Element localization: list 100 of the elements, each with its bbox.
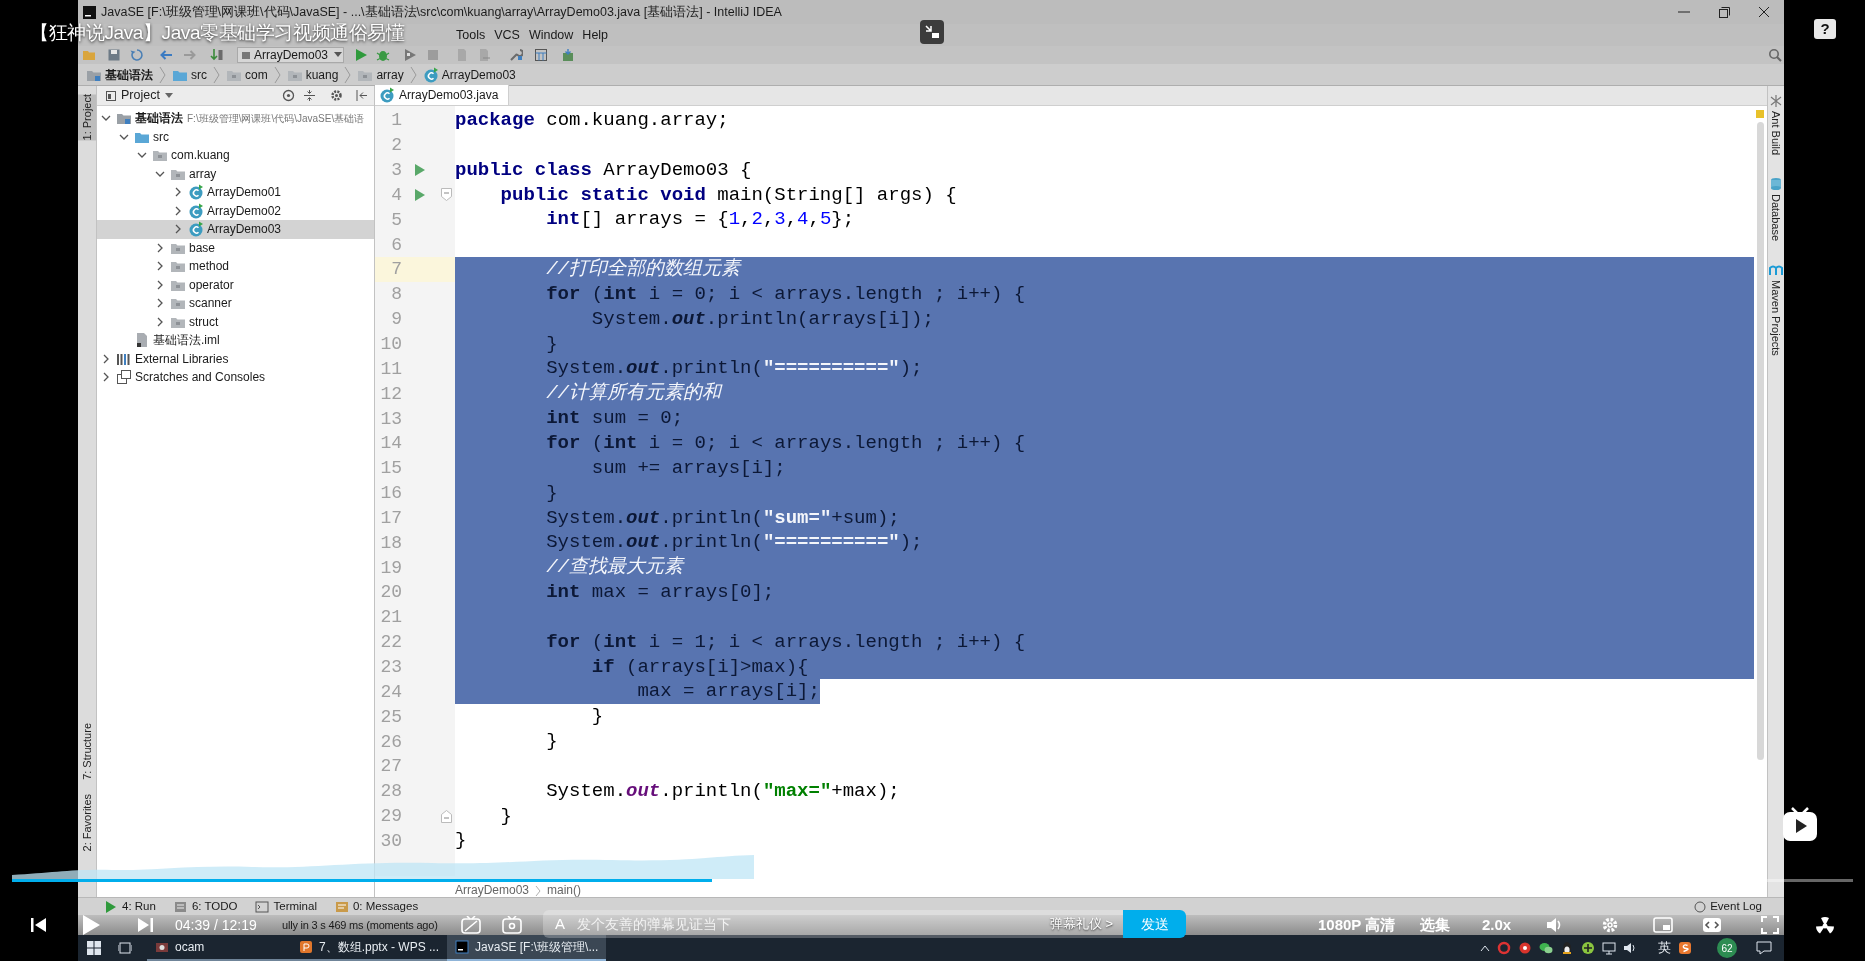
task-view-icon[interactable]: [118, 941, 132, 955]
counter-badge[interactable]: 62: [1717, 938, 1737, 958]
penguin-icon[interactable]: [1560, 941, 1574, 955]
chevron-right-icon[interactable]: [173, 205, 183, 216]
wrench-icon[interactable]: [509, 48, 523, 62]
menu-item[interactable]: Tools: [456, 25, 486, 45]
grid-icon[interactable]: [534, 48, 548, 62]
tree-item[interactable]: 基础语法 F:\班级管理\网课班\代码\JavaSE\基础语: [97, 109, 374, 128]
chevron-right-icon[interactable]: [173, 224, 183, 235]
coverage-icon[interactable]: [403, 48, 417, 62]
skip-back-icon[interactable]: [30, 916, 47, 934]
run-configuration-dropdown[interactable]: ArrayDemo03: [237, 47, 344, 63]
collapse-icon[interactable]: [303, 89, 316, 102]
tool-window-tab[interactable]: Maven Projects: [1767, 280, 1785, 356]
play-icon[interactable]: [81, 914, 101, 936]
chevron-right-icon[interactable]: [155, 242, 165, 253]
breadcrumb[interactable]: main(): [547, 883, 582, 897]
notification-icon[interactable]: [1756, 941, 1772, 955]
ime-logo-icon[interactable]: [1678, 941, 1692, 955]
line-number: 9: [390, 308, 402, 332]
line-number: 19: [379, 556, 402, 580]
tree-item[interactable]: ArrayDemo01: [97, 183, 374, 202]
tree-item[interactable]: ArrayDemo02: [97, 201, 374, 220]
tree-item[interactable]: method: [97, 257, 374, 276]
menu-item[interactable]: Window: [528, 25, 574, 45]
tool-window-button[interactable]: 0: Messages: [334, 897, 419, 916]
menu-item[interactable]: VCS: [494, 25, 520, 45]
tool-window-button[interactable]: Terminal: [255, 897, 317, 916]
chevron-right-icon[interactable]: [155, 298, 165, 309]
tree-item[interactable]: src: [97, 127, 374, 146]
progress-track[interactable]: [12, 879, 1853, 882]
tree-item[interactable]: base: [97, 238, 374, 257]
save-icon[interactable]: [107, 48, 121, 62]
breadcrumb[interactable]: ArrayDemo03: [422, 65, 516, 84]
tv-gear-icon[interactable]: [502, 916, 522, 934]
fullscreen-icon[interactable]: [1761, 916, 1779, 934]
tool-window-button[interactable]: 6: TODO: [173, 897, 238, 916]
menu-item[interactable]: Help: [582, 25, 609, 45]
search-icon[interactable]: [1768, 48, 1782, 62]
chevron-up-icon[interactable]: [1480, 944, 1490, 952]
trefoil-icon[interactable]: [1814, 914, 1836, 936]
volume-icon[interactable]: [1623, 941, 1637, 955]
help-button[interactable]: ?: [1814, 19, 1836, 39]
class-icon: [188, 221, 204, 238]
tree-item[interactable]: 基础语法.iml: [97, 331, 374, 350]
exit-mini-player-icon[interactable]: [920, 20, 944, 44]
breadcrumb[interactable]: com: [226, 65, 268, 84]
chevron-right-icon[interactable]: [173, 187, 183, 198]
breadcrumb[interactable]: src: [172, 65, 207, 84]
breadcrumb[interactable]: ArrayDemo03: [455, 883, 530, 897]
tool-window-tab[interactable]: Ant Build: [1767, 111, 1785, 156]
run-icon[interactable]: [414, 187, 426, 202]
chevron-right-icon[interactable]: [101, 372, 111, 383]
breadcrumb[interactable]: array: [357, 65, 404, 84]
tree-item[interactable]: operator: [97, 275, 374, 294]
taskbar-button[interactable]: ocam: [147, 935, 291, 961]
arrow-bars-icon[interactable]: [210, 48, 224, 62]
chevron-right-icon[interactable]: [101, 353, 111, 364]
line-number: 28: [379, 780, 402, 804]
message-box-icon: [334, 899, 349, 914]
chat-bubbles-icon[interactable]: [1539, 941, 1553, 955]
run-icon[interactable]: [414, 163, 426, 178]
scrollbar[interactable]: [1757, 122, 1764, 760]
input-method-indicator[interactable]: 英: [1658, 938, 1671, 958]
ring-tray-icon[interactable]: [1497, 941, 1511, 955]
line-number: 30: [379, 829, 402, 853]
tree-item[interactable]: com.kuang: [97, 146, 374, 165]
chevron-right-icon[interactable]: [155, 279, 165, 290]
tree-item[interactable]: ArrayDemo03: [97, 220, 374, 239]
breadcrumb[interactable]: 基础语法: [86, 65, 153, 84]
chevron-right-icon[interactable]: [155, 316, 165, 327]
tool-window-tab[interactable]: 7: Structure: [78, 722, 96, 780]
network-icon[interactable]: [1602, 941, 1616, 955]
event-log-button[interactable]: Event Log: [1694, 897, 1762, 916]
editor-tab[interactable]: ArrayDemo03.java: [375, 85, 510, 105]
tv-slash-icon[interactable]: [461, 916, 481, 934]
plus-circle-icon[interactable]: [1581, 941, 1595, 955]
taskbar-button[interactable]: 7、数组.pptx - WPS ...: [291, 935, 448, 961]
tree-item[interactable]: scanner: [97, 294, 374, 313]
breadcrumb[interactable]: kuang: [286, 65, 339, 84]
widescreen-icon[interactable]: [1702, 916, 1722, 934]
tree-item[interactable]: struct: [97, 312, 374, 331]
settings-icon[interactable]: [330, 89, 343, 102]
skip-forward-icon[interactable]: [137, 916, 154, 934]
target-icon[interactable]: [282, 89, 295, 102]
tool-window-tab[interactable]: Database: [1767, 194, 1785, 242]
class-icon: [379, 87, 395, 103]
chevron-right-icon[interactable]: [155, 261, 165, 272]
tv-play-icon[interactable]: [1782, 806, 1818, 842]
tool-window-button[interactable]: 4: Run: [104, 897, 156, 916]
tool-window-tab[interactable]: 1: Project: [78, 94, 96, 141]
hide-panel-icon[interactable]: [355, 89, 368, 102]
taskbar-button[interactable]: JavaSE [F:\班级管理\...: [447, 935, 607, 961]
tree-item[interactable]: array: [97, 164, 374, 183]
view-dropdown[interactable]: Project: [121, 86, 173, 105]
windows-logo-icon[interactable]: [87, 941, 101, 955]
tool-window-tab[interactable]: 2: Favorites: [78, 793, 96, 851]
tree-item[interactable]: External Libraries: [97, 349, 374, 368]
tree-item[interactable]: Scratches and Consoles: [97, 368, 374, 387]
picture-in-picture-icon[interactable]: [1653, 916, 1673, 934]
